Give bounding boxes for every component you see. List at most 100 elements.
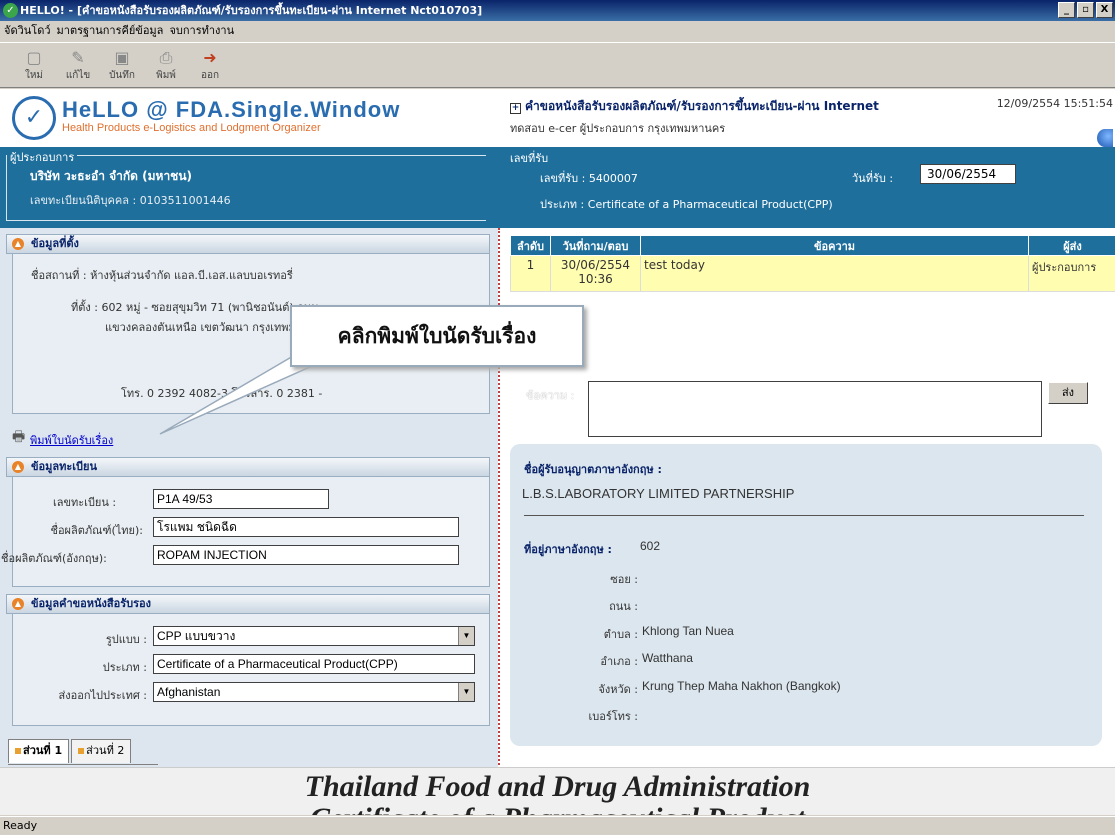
tab-marker-icon [78, 748, 84, 754]
footer-line2: Certificate of a Pharmaceutical Product [0, 802, 1115, 815]
menu-standards[interactable]: มาตรฐานการคีย์ข้อมูล [57, 21, 164, 41]
divider [524, 515, 1084, 516]
collapse-icon: ▲ [12, 598, 24, 610]
location-section-header[interactable]: ▲ ข้อมูลที่ตั้ง [6, 234, 490, 254]
location-heading: ข้อมูลที่ตั้ง [31, 237, 79, 250]
new-label: ใหม่ [25, 68, 43, 83]
tab-part-1-label: ส่วนที่ 1 [23, 744, 62, 757]
save-button[interactable]: ▣บันทึก [100, 43, 144, 87]
company-name: บริษัท วะธะอำ จำกัด (มหาชน) [30, 167, 192, 186]
globe-icon [1097, 129, 1113, 147]
name-th-field[interactable]: โรแพม ชนิดฉีด [153, 517, 459, 537]
window-controls: _ ▫ X [1058, 2, 1113, 18]
close-button[interactable]: X [1096, 2, 1113, 18]
table-header-row: ลำดับ วันที่ถาม/ตอบ ข้อความ ผู้ส่ง [511, 236, 1115, 256]
district-label: อำเภอ : [580, 652, 638, 670]
receipt-date-label: วันที่รับ : [852, 169, 893, 187]
window-titlebar: ✓ HELLO! - [คำขอหนังสือรับรองผลิตภัณฑ์/ร… [0, 0, 1115, 21]
form-subtitle: ทดสอบ e-cer ผู้ประกอบการ กรุงเทพมหานคร [510, 119, 725, 137]
request-section-header[interactable]: ▲ ข้อมูลคำขอหนังสือรับรอง [6, 594, 490, 614]
edit-label: แก้ไข [66, 68, 90, 83]
dropdown-arrow-icon[interactable]: ▼ [458, 683, 474, 701]
menu-window[interactable]: จัดวินโดว์ [4, 21, 51, 41]
name-en-field[interactable]: ROPAM INJECTION [153, 545, 459, 565]
status-bar: Ready [0, 816, 1115, 834]
reg-no-label: เลขทะเบียน : [53, 493, 116, 511]
header-datetime: 12/09/2554 15:51:54 [997, 97, 1113, 110]
maximize-button[interactable]: ▫ [1077, 2, 1094, 18]
address-value: 602 [640, 539, 660, 553]
type-label: ประเภท : [13, 658, 147, 676]
format-select[interactable]: CPP แบบขวาง ▼ [153, 626, 475, 646]
window-title: HELLO! - [คำขอหนังสือรับรองผลิตภัณฑ์/รับ… [20, 4, 482, 17]
message-label: ข้อความ : [526, 386, 574, 404]
print-icon: ⎙ [160, 48, 173, 68]
print-appointment-link[interactable]: พิมพ์ใบนัดรับเรื่อง [30, 431, 113, 449]
district-value: Watthana [642, 651, 693, 665]
send-button[interactable]: ส่ง [1048, 382, 1088, 404]
toolbar: ▢ใหม่ ✎แก้ไข ▣บันทึก ⎙พิมพ์ ➜ออก [0, 42, 1115, 88]
receipt-number: เลขที่รับ : 5400007 [540, 169, 638, 187]
print-label: พิมพ์ [156, 68, 176, 83]
soi-label: ซอย : [580, 570, 638, 588]
name-en-label: ชื่อผลิตภัณฑ์(อังกฤษ): [1, 549, 141, 567]
form-title: + คำขอหนังสือรับรองผลิตภัณฑ์/รับรองการขึ้… [510, 97, 879, 116]
new-button[interactable]: ▢ใหม่ [12, 43, 56, 87]
exit-button[interactable]: ➜ออก [188, 43, 232, 87]
printer-icon[interactable]: 🖶 [12, 426, 25, 450]
name-th-label: ชื่อผลิตภัณฑ์(ไทย): [13, 521, 143, 539]
licensee-name-label: ชื่อผู้รับอนุญาตภาษาอังกฤษ : [524, 460, 662, 478]
registration-section-header[interactable]: ▲ข้อมูลทะเบียน [6, 457, 490, 477]
reg-no-field[interactable]: P1A 49/53 [153, 489, 329, 509]
expand-icon[interactable]: + [510, 103, 521, 114]
footer-banner: Thailand Food and Drug Administration Ce… [0, 767, 1115, 815]
print-button[interactable]: ⎙พิมพ์ [144, 43, 188, 87]
subdistrict-label: ตำบล : [580, 625, 638, 643]
tab-part-2-label: ส่วนที่ 2 [86, 744, 124, 757]
form-title-text: คำขอหนังสือรับรองผลิตภัณฑ์/รับรองการขึ้น… [525, 99, 879, 113]
collapse-icon: ▲ [12, 461, 24, 473]
section-tabs: ส่วนที่ 1 ส่วนที่ 2 [8, 739, 158, 765]
receipt-type: ประเภท : Certificate of a Pharmaceutical… [540, 195, 833, 213]
province-value: Krung Thep Maha Nakhon (Bangkok) [642, 679, 841, 693]
exit-label: ออก [201, 68, 219, 83]
col-message: ข้อความ [641, 236, 1029, 256]
col-sender: ผู้ส่ง [1029, 236, 1115, 256]
country-value: Afghanistan [157, 685, 220, 699]
menu-exit[interactable]: จบการทำงาน [169, 21, 234, 41]
save-icon: ▣ [114, 48, 129, 68]
company-id: เลขทะเบียนนิติบุคคล : 0103511001446 [30, 191, 231, 209]
type-field[interactable]: Certificate of a Pharmaceutical Product(… [153, 654, 475, 674]
subdistrict-value: Khlong Tan Nuea [642, 624, 734, 638]
format-value: CPP แบบขวาง [157, 629, 235, 643]
message-input[interactable] [588, 381, 1042, 437]
place-name: ชื่อสถานที่ : ห้างหุ้นส่วนจำกัด แอล.บี.เ… [31, 266, 293, 284]
table-row[interactable]: 1 30/06/2554 10:36 test today ผู้ประกอบก… [511, 256, 1115, 292]
messages-table: ลำดับ วันที่ถาม/ตอบ ข้อความ ผู้ส่ง 1 30/… [510, 235, 1115, 292]
receipt-date-field[interactable]: 30/06/2554 [920, 164, 1016, 184]
col-date: วันที่ถาม/ตอบ [551, 236, 641, 256]
minimize-button[interactable]: _ [1058, 2, 1075, 18]
footer-line1: Thailand Food and Drug Administration [0, 770, 1115, 804]
tab-part-1[interactable]: ส่วนที่ 1 [8, 739, 69, 763]
request-body: รูปแบบ : CPP แบบขวาง ▼ ประเภท : Certifica… [12, 614, 490, 726]
dropdown-arrow-icon[interactable]: ▼ [458, 627, 474, 645]
country-select[interactable]: Afghanistan ▼ [153, 682, 475, 702]
summary-bar: ผู้ประกอบการ บริษัท วะธะอำ จำกัด (มหาชน)… [0, 147, 1115, 228]
operator-fieldset: ผู้ประกอบการ [6, 155, 486, 221]
province-label: จังหวัด : [580, 680, 638, 698]
request-heading: ข้อมูลคำขอหนังสือรับรอง [31, 597, 151, 610]
phone-fax: โทร. 0 2392 4082-3 โทรสาร. 0 2381 - [121, 384, 322, 402]
col-seq: ลำดับ [511, 236, 551, 256]
save-label: บันทึก [109, 68, 135, 83]
phone-label: เบอร์โทร : [560, 707, 638, 725]
tab-part-2[interactable]: ส่วนที่ 2 [71, 739, 131, 763]
collapse-icon: ▲ [12, 238, 24, 250]
fda-logo-icon: ✓ [12, 96, 56, 140]
operator-legend: ผู้ประกอบการ [7, 148, 77, 166]
menu-bar: จัดวินโดว์ มาตรฐานการคีย์ข้อมูล จบการทำง… [0, 21, 1115, 41]
format-label: รูปแบบ : [13, 630, 147, 648]
logo-subtitle: Health Products e-Logistics and Lodgment… [62, 122, 321, 134]
edit-button[interactable]: ✎แก้ไข [56, 43, 100, 87]
registration-body: เลขทะเบียน : P1A 49/53 ชื่อผลิตภัณฑ์(ไทย… [12, 477, 490, 587]
